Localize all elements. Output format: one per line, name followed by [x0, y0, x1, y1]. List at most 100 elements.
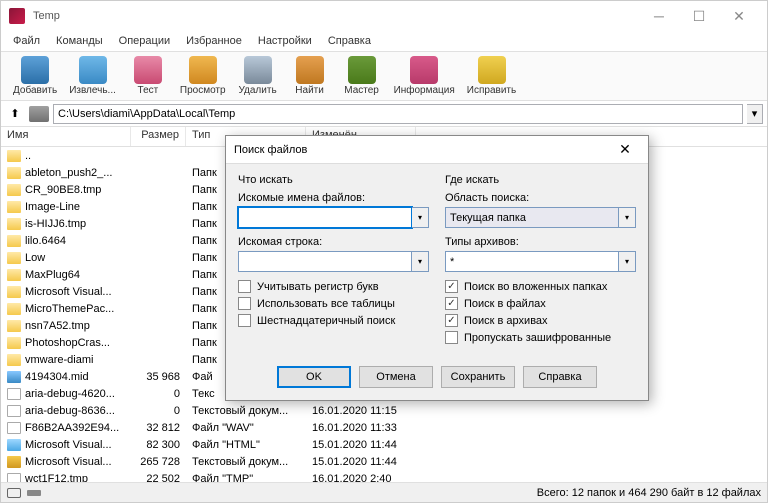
dialog-close-button[interactable]: ✕ — [610, 138, 640, 162]
toolbar-label: Информация — [394, 85, 455, 96]
file-icon — [7, 252, 21, 264]
statusbar: Всего: 12 папок и 464 290 байт в 12 файл… — [1, 482, 767, 502]
checkbox-icon: ✓ — [445, 280, 458, 293]
checkbox-option[interactable]: ✓Поиск в файлах — [445, 297, 636, 310]
toolbar-view-button[interactable]: Просмотр — [174, 54, 232, 98]
checkbox-label: Шестнадцатеричный поиск — [257, 315, 395, 327]
lock-icon[interactable] — [7, 488, 21, 498]
up-button[interactable]: ⬆ — [5, 104, 25, 124]
toolbar-label: Тест — [138, 85, 159, 96]
menu-favorites[interactable]: Избранное — [178, 33, 250, 49]
save-button[interactable]: Сохранить — [441, 366, 515, 388]
checkbox-option[interactable]: ✓ Поиск во вложенных папках — [445, 280, 636, 293]
checkbox-icon: ✓ — [445, 314, 458, 327]
file-name: lilo.6464 — [25, 235, 66, 247]
area-select[interactable]: Текущая папка — [445, 207, 619, 228]
path-dropdown[interactable]: ▾ — [747, 104, 763, 124]
test-icon — [134, 56, 162, 84]
toolbar-extract-button[interactable]: Извлечь... — [63, 54, 122, 98]
file-modified: 15.01.2020 11:44 — [306, 456, 416, 468]
toolbar-label: Мастер — [344, 85, 379, 96]
help-button[interactable]: Справка — [523, 366, 597, 388]
extract-icon — [79, 56, 107, 84]
ok-button[interactable]: OK — [277, 366, 351, 388]
file-name: Microsoft Visual... — [25, 439, 112, 451]
checkbox-icon — [238, 280, 251, 293]
toolbar-repair-button[interactable]: Исправить — [461, 54, 522, 98]
checkbox-label: Поиск во вложенных папках — [464, 281, 607, 293]
file-name: Microsoft Visual... — [25, 456, 112, 468]
file-name: F86B2AA392E94... — [25, 422, 119, 434]
file-type: Файл "HTML" — [186, 439, 306, 451]
file-name: nsn7A52.tmp — [25, 320, 90, 332]
dialog-titlebar[interactable]: Поиск файлов ✕ — [226, 136, 648, 164]
filenames-input[interactable] — [238, 207, 412, 228]
menu-file[interactable]: Файл — [5, 33, 48, 49]
area-dropdown[interactable]: ▾ — [619, 207, 636, 228]
maximize-button[interactable]: ☐ — [679, 1, 719, 31]
file-name: aria-debug-4620... — [25, 388, 115, 400]
checkbox-option[interactable]: Пропускать зашифрованные — [445, 331, 636, 344]
menu-help[interactable]: Справка — [320, 33, 379, 49]
file-name: MaxPlug64 — [25, 269, 80, 281]
checkbox-option[interactable]: Использовать все таблицы — [238, 297, 429, 310]
path-input[interactable] — [53, 104, 743, 124]
left-checks: Учитывать регистр букв Использовать все т… — [238, 280, 429, 327]
checkbox-icon — [238, 297, 251, 310]
checkbox-option[interactable]: Учитывать регистр букв — [238, 280, 429, 293]
filenames-label: Искомые имена файлов: — [238, 192, 429, 204]
menu-operations[interactable]: Операции — [111, 33, 178, 49]
file-name: 4194304.mid — [25, 371, 89, 383]
menu-options[interactable]: Настройки — [250, 33, 320, 49]
checkbox-option[interactable]: Шестнадцатеричный поиск — [238, 314, 429, 327]
view-icon — [189, 56, 217, 84]
file-name: MicroThemePac... — [25, 303, 114, 315]
file-icon — [7, 371, 21, 383]
file-name: Low — [25, 252, 45, 264]
col-size[interactable]: Размер — [131, 127, 186, 146]
filenames-dropdown[interactable]: ▾ — [412, 207, 429, 228]
file-icon — [7, 201, 21, 213]
file-icon — [7, 269, 21, 281]
file-name: Microsoft Visual... — [25, 286, 112, 298]
file-icon — [7, 405, 21, 417]
string-input[interactable] — [238, 251, 412, 272]
add-icon — [21, 56, 49, 84]
string-label: Искомая строка: — [238, 236, 429, 248]
string-dropdown[interactable]: ▾ — [412, 251, 429, 272]
list-item[interactable]: Microsoft Visual...82 300Файл "HTML"15.0… — [1, 436, 767, 453]
list-item[interactable]: F86B2AA392E94...32 812Файл "WAV"16.01.20… — [1, 419, 767, 436]
menu-commands[interactable]: Команды — [48, 33, 111, 49]
toolbar-delete-button[interactable]: Удалить — [232, 54, 284, 98]
key-icon[interactable] — [27, 490, 41, 496]
list-item[interactable]: Microsoft Visual...265 728Текстовый доку… — [1, 453, 767, 470]
repair-icon — [478, 56, 506, 84]
file-icon — [7, 235, 21, 247]
types-dropdown[interactable]: ▾ — [619, 251, 636, 272]
file-icon — [7, 184, 21, 196]
toolbar-add-button[interactable]: Добавить — [7, 54, 63, 98]
close-button[interactable]: ✕ — [719, 1, 759, 31]
cancel-button[interactable]: Отмена — [359, 366, 433, 388]
find-files-dialog: Поиск файлов ✕ Что искать Искомые имена … — [225, 135, 649, 401]
types-select[interactable]: * — [445, 251, 619, 272]
checkbox-option[interactable]: ✓Поиск в архивах — [445, 314, 636, 327]
col-name[interactable]: Имя — [1, 127, 131, 146]
file-size: 0 — [131, 405, 186, 417]
file-name: PhotoshopCras... — [25, 337, 110, 349]
right-checks: ✓ Поиск во вложенных папках ✓Поиск в файла… — [445, 280, 636, 344]
file-icon — [7, 456, 21, 468]
delete-icon — [244, 56, 272, 84]
toolbar-find-button[interactable]: Найти — [284, 54, 336, 98]
drive-icon[interactable] — [29, 106, 49, 122]
file-icon — [7, 303, 21, 315]
toolbar-wizard-button[interactable]: Мастер — [336, 54, 388, 98]
minimize-button[interactable]: ─ — [639, 1, 679, 31]
toolbar-test-button[interactable]: Тест — [122, 54, 174, 98]
toolbar: ДобавитьИзвлечь... Тест Просмотр Удалить Най… — [1, 51, 767, 101]
toolbar-label: Удалить — [238, 85, 276, 96]
window-title: Temp — [33, 10, 639, 22]
group-where: Где искать — [445, 174, 636, 186]
toolbar-info-button[interactable]: Информация — [388, 54, 461, 98]
list-item[interactable]: aria-debug-8636...0Текстовый докум...16.… — [1, 402, 767, 419]
